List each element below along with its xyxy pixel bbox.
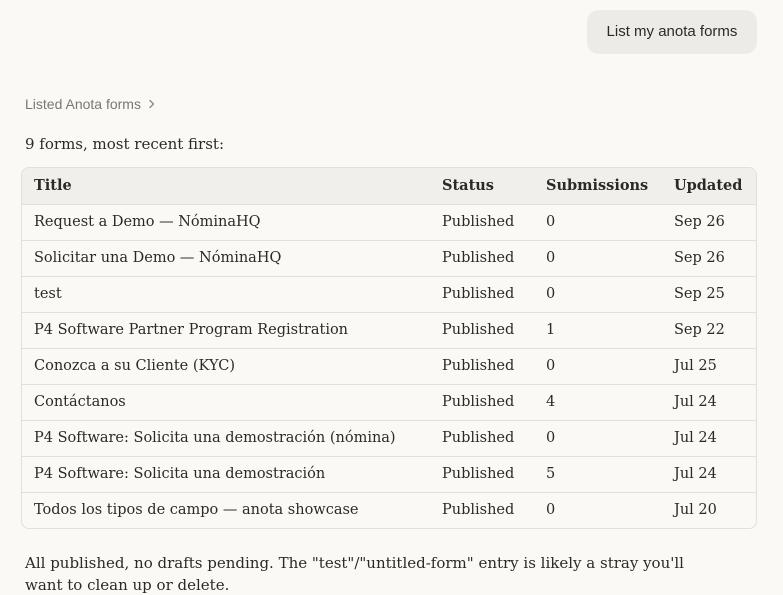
table-row: Solicitar una Demo — NóminaHQ Published … [22,240,756,277]
cell-submissions: 4 [534,384,662,421]
cell-title: P4 Software: Solicita una demostración (… [22,420,430,457]
table-row: P4 Software Partner Program Registration… [22,312,756,349]
assistant-footer-text: All published, no drafts pending. The "t… [25,554,684,594]
tool-call-label: Listed Anota forms [25,96,141,112]
table-row: P4 Software: Solicita una demostración P… [22,456,756,493]
cell-updated: Sep 25 [662,276,756,313]
cell-submissions: 0 [534,240,662,277]
cell-title: P4 Software: Solicita una demostración [22,456,430,493]
cell-title: Todos los tipos de campo — anota showcas… [34,502,359,519]
cell-status: Published [430,240,534,277]
cell-title: Contáctanos [22,384,430,421]
table-row: P4 Software: Solicita una demostración (… [22,420,756,457]
cell-status: Published [442,502,515,519]
cell-status: Published [430,348,534,385]
header-status: Status [430,168,534,205]
cell-submissions: 0 [534,204,662,241]
cell-updated: Jul 20 [674,502,717,519]
table-row: Conozca a su Cliente (KYC) Published 0 J… [22,348,756,385]
intro-text: 9 forms, most recent first: [25,135,225,153]
cell-status: Published [430,384,534,421]
cell-status: Published [430,276,534,313]
cell-submissions: 0 [534,276,662,313]
cell-status: Published [430,456,534,493]
user-message-text: List my anota forms [606,23,738,40]
header-submissions: Submissions [534,168,662,205]
table-header-row: Title Status Submissions Updated [22,168,756,205]
header-updated: Updated [662,168,756,205]
cell-submissions: 0 [534,420,662,457]
cell-title: Request a Demo — NóminaHQ [22,204,430,241]
cell-updated: Jul 24 [662,456,756,493]
cell-submissions: 0 [534,348,662,385]
cell-status: Published [430,312,534,349]
cell-title: Solicitar una Demo — NóminaHQ [22,240,430,277]
cell-status: Published [430,420,534,457]
cell-title: test [22,276,430,313]
cell-updated: Sep 26 [662,240,756,277]
cell-title: P4 Software Partner Program Registration [22,312,430,349]
cell-submissions: 0 [546,502,556,519]
cell-title: Conozca a su Cliente (KYC) [22,348,430,385]
tool-call-summary[interactable]: Listed Anota forms [25,94,157,114]
table-row: Todos los tipos de campo — anota showcas… [22,492,756,528]
table-row: test Published 0 Sep 25 [22,276,756,313]
forms-table: Title Status Submissions Updated Request… [21,167,757,529]
cell-updated: Jul 25 [662,348,756,385]
cell-submissions: 5 [534,456,662,493]
cell-status: Published [430,204,534,241]
table-row: Contáctanos Published 4 Jul 24 [22,384,756,421]
cell-updated: Sep 22 [662,312,756,349]
header-title: Title [22,168,430,205]
cell-updated: Jul 24 [662,420,756,457]
chevron-right-icon [149,99,155,109]
cell-updated: Jul 24 [662,384,756,421]
user-message-bubble: List my anota forms [587,10,757,54]
table-row: Request a Demo — NóminaHQ Published 0 Se… [22,204,756,241]
cell-updated: Sep 26 [662,204,756,241]
cell-submissions: 1 [534,312,662,349]
